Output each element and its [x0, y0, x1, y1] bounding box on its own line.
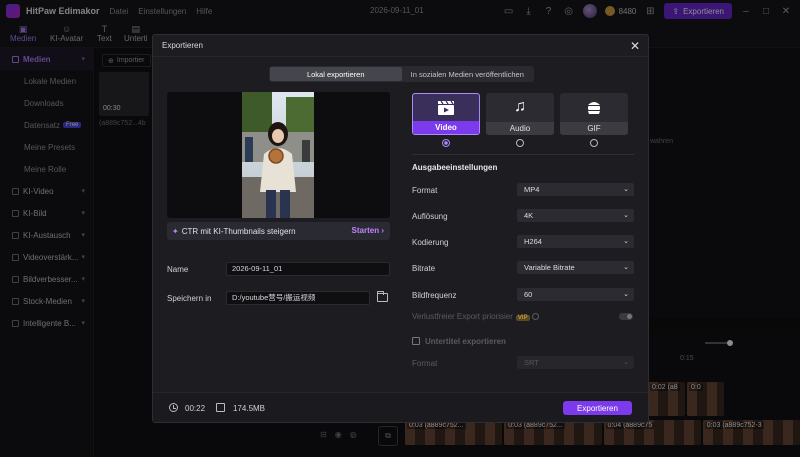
subtitle-export-label: Untertitel exportieren — [425, 337, 506, 346]
sparkle-icon: ✦ — [172, 226, 179, 236]
resolution-select[interactable]: 4K ⌄ — [517, 209, 634, 222]
encoding-label: Kodierung — [412, 238, 449, 247]
resolution-value: 4K — [524, 211, 534, 220]
format-value: MP4 — [524, 185, 540, 194]
chevron-down-icon: ⌄ — [623, 291, 629, 298]
bitrate-select[interactable]: Variable Bitrate ⌄ — [517, 261, 634, 274]
ctr-text: CTR mit KI-Thumbnails steigern — [181, 226, 296, 236]
export-button[interactable]: Exportieren — [563, 401, 632, 415]
format-select[interactable]: MP4 ⌄ — [517, 183, 634, 196]
radio-video[interactable] — [412, 139, 480, 147]
export-preview — [167, 92, 390, 218]
type-audio-label: Audio — [486, 122, 554, 135]
export-dialog: Exportieren ✕ Lokal exportieren In sozia… — [152, 34, 649, 423]
framerate-label: Bildfrequenz — [412, 291, 457, 300]
name-label: Name — [167, 265, 189, 274]
type-gif-label: GIF — [560, 122, 628, 135]
subtitle-export-checkbox[interactable] — [412, 337, 420, 345]
resolution-label: Auflösung — [412, 212, 448, 221]
lossless-export-row: Verlustfreier Export priorisier VIP — [412, 312, 539, 321]
ctr-start-label: Starten — [351, 226, 380, 235]
subtitle-format-label: Format — [412, 359, 438, 368]
ctr-start-link[interactable]: Starten › — [352, 226, 384, 235]
chevron-down-icon: ⌄ — [623, 238, 629, 245]
chevron-down-icon: ⌄ — [623, 186, 629, 193]
framerate-select[interactable]: 60 ⌄ — [517, 288, 634, 301]
framerate-value: 60 — [524, 290, 533, 299]
folder-icon[interactable] — [377, 291, 388, 302]
encoding-value: H264 — [524, 237, 542, 246]
bitrate-label: Bitrate — [412, 264, 436, 273]
gif-icon — [560, 97, 628, 117]
clock-icon — [169, 403, 178, 412]
subtitle-format-value: SRT — [524, 358, 539, 367]
chevron-down-icon: ⌄ — [623, 264, 629, 271]
subtitle-format-select[interactable]: SRT ⌄ — [517, 356, 634, 369]
lossless-export-label: Verlustfreier Export priorisier — [412, 312, 513, 321]
dialog-title: Exportieren — [162, 41, 203, 50]
tab-local-export[interactable]: Lokal exportieren — [270, 67, 402, 81]
export-duration: 00:22 — [185, 404, 206, 413]
chevron-down-icon: ⌄ — [623, 212, 629, 219]
music-note-icon: ♫ — [514, 98, 526, 115]
export-tabs: Lokal exportieren In sozialen Medien ver… — [269, 66, 534, 82]
vip-badge: VIP — [515, 315, 530, 321]
radio-audio[interactable] — [486, 139, 554, 147]
type-video-card[interactable]: Video — [412, 93, 480, 135]
radio-gif[interactable] — [560, 139, 628, 147]
save-path-input[interactable]: D:/youtube营号/搬运视频 — [226, 291, 370, 305]
storage-icon — [216, 403, 225, 412]
chevron-down-icon: ⌄ — [623, 359, 629, 366]
export-filesize: 174.5MB — [233, 404, 266, 413]
dialog-header: Exportieren — [153, 35, 648, 57]
export-type-radios — [412, 139, 634, 147]
divider — [412, 154, 634, 155]
type-gif-card[interactable]: GIF — [560, 93, 628, 135]
save-location-label: Speichern in — [167, 294, 212, 303]
type-audio-card[interactable]: ♫ Audio — [486, 93, 554, 135]
video-clapper-icon — [413, 98, 479, 118]
ctr-thumbnail-banner[interactable]: ✦ CTR mit KI-Thumbnails steigern Starten… — [167, 222, 390, 240]
close-icon[interactable]: ✕ — [628, 39, 642, 53]
tab-social-publish[interactable]: In sozialen Medien veröffentlichen — [402, 67, 534, 81]
info-icon[interactable] — [531, 313, 539, 321]
type-video-label: Video — [413, 121, 479, 134]
format-label: Format — [412, 186, 438, 195]
output-settings-title: Ausgabeeinstellungen — [412, 163, 498, 172]
chevron-right-icon: › — [381, 226, 384, 235]
preview-thumbnail — [242, 92, 314, 218]
bitrate-value: Variable Bitrate — [524, 263, 575, 272]
dialog-footer: 00:22 174.5MB Exportieren — [153, 392, 648, 422]
encoding-select[interactable]: H264 ⌄ — [517, 235, 634, 248]
lossless-toggle[interactable] — [619, 313, 633, 320]
name-input[interactable]: 2026-09-11_01 — [226, 262, 390, 276]
